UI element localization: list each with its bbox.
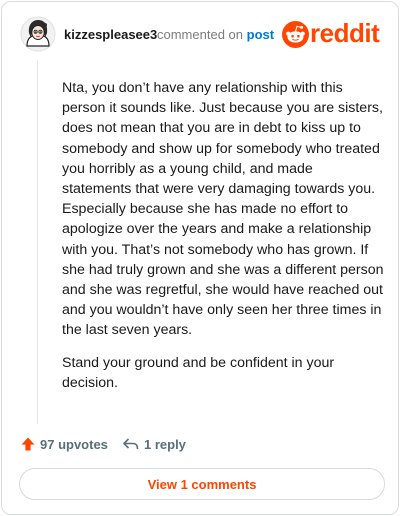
reddit-wordmark: reddit <box>310 18 380 48</box>
reply-button[interactable]: 1 reply <box>122 434 186 454</box>
avatar[interactable] <box>20 16 56 52</box>
reply-count: 1 reply <box>144 436 186 452</box>
post-link[interactable]: post <box>247 27 274 42</box>
reply-arrow-icon <box>123 438 139 450</box>
comment-paragraph: Stand your ground and be confident in yo… <box>62 354 335 391</box>
comment-card: kizzespleasee3 commented on post reddit … <box>1 1 399 515</box>
comment-actions: 97 upvotes 1 reply <box>20 434 380 454</box>
comment-paragraph: Nta, you don’t have any relationship wit… <box>62 80 384 339</box>
view-comments-button[interactable]: View 1 comments <box>19 468 385 500</box>
cartoon-avatar-icon <box>20 16 56 52</box>
comment-body: Nta, you don’t have any relationship wit… <box>62 78 384 405</box>
username[interactable]: kizzespleasee3 <box>64 27 157 42</box>
comment-header: kizzespleasee3 commented on post reddit <box>20 14 386 54</box>
upvote-button[interactable]: 97 upvotes <box>20 434 108 454</box>
thread-line <box>37 60 38 424</box>
reddit-logo[interactable]: reddit <box>282 18 386 50</box>
commented-on-text: commented on <box>157 27 243 42</box>
upvote-arrow-icon <box>21 437 35 451</box>
upvote-count: 97 upvotes <box>40 436 108 452</box>
reddit-snoo-icon <box>282 21 309 48</box>
comment-meta: commented on post <box>157 27 274 42</box>
